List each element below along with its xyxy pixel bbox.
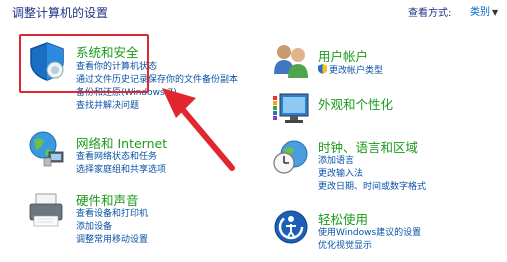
link[interactable]: 更改输入法 xyxy=(318,168,426,181)
link[interactable]: 更改帐户类型 xyxy=(318,64,383,78)
printer-icon[interactable] xyxy=(26,190,68,232)
link-list: 查看网络状态和任务 选择家庭组和共享选项 xyxy=(76,151,166,177)
link[interactable]: 查看网络状态和任务 xyxy=(76,151,166,164)
category-title[interactable]: 用户帐户 xyxy=(318,46,368,65)
clock-globe-icon[interactable] xyxy=(270,136,312,178)
link-list: 更改帐户类型 xyxy=(318,64,383,78)
users-icon[interactable] xyxy=(270,40,312,82)
highlight-box xyxy=(19,34,149,93)
category-title[interactable]: 网络和 Internet xyxy=(76,133,167,152)
link[interactable]: 使用Windows建议的设置 xyxy=(318,227,421,240)
view-by-dropdown[interactable]: 类别 ▼ xyxy=(465,2,503,20)
link-list: 使用Windows建议的设置 优化视觉显示 xyxy=(318,227,421,253)
category-title[interactable]: 外观和个性化 xyxy=(318,94,393,113)
link[interactable]: 查找并解决问题 xyxy=(76,100,238,113)
view-by-value: 类别 xyxy=(470,7,490,18)
link[interactable]: 优化视觉显示 xyxy=(318,240,421,253)
category-title[interactable]: 硬件和声音 xyxy=(76,190,139,209)
view-by-label: 查看方式: xyxy=(408,8,452,19)
link-list: 添加语言 更改输入法 更改日期、时间或数字格式 xyxy=(318,155,426,194)
accessibility-icon[interactable] xyxy=(270,206,312,248)
globe-network-icon[interactable] xyxy=(26,128,68,170)
link[interactable]: 添加语言 xyxy=(318,155,426,168)
link[interactable]: 更改日期、时间或数字格式 xyxy=(318,181,426,194)
link[interactable]: 调整常用移动设置 xyxy=(76,234,148,247)
category-title[interactable]: 轻松使用 xyxy=(318,209,368,228)
link[interactable]: 选择家庭组和共享选项 xyxy=(76,164,166,177)
page-title: 调整计算机的设置 xyxy=(12,6,109,20)
link[interactable]: 添加设备 xyxy=(76,221,148,234)
shield-icon xyxy=(318,64,327,74)
link-list: 查看设备和打印机 添加设备 调整常用移动设置 xyxy=(76,208,148,247)
category-title[interactable]: 时钟、语言和区域 xyxy=(318,137,418,156)
chevron-down-icon: ▼ xyxy=(492,8,499,17)
link-label: 更改帐户类型 xyxy=(329,66,384,76)
monitor-palette-icon[interactable] xyxy=(270,88,312,130)
link[interactable]: 查看设备和打印机 xyxy=(76,208,148,221)
